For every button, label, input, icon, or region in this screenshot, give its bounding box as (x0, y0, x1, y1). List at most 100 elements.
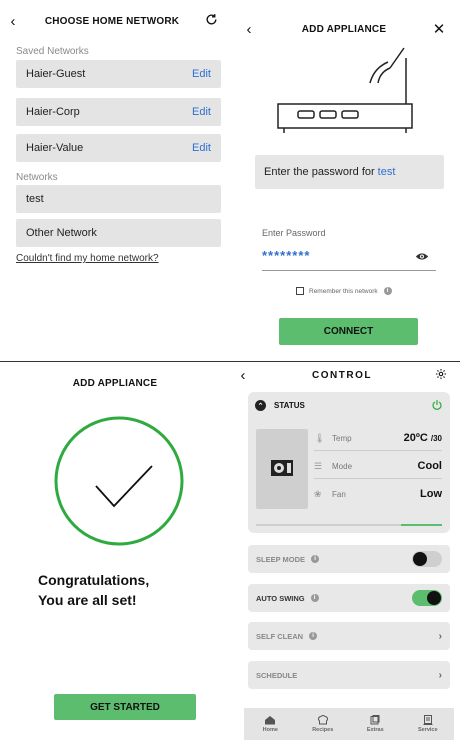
row-label: SCHEDULE (256, 670, 298, 680)
back-chevron-icon[interactable]: ‹ (236, 21, 262, 38)
nav-home[interactable]: Home (244, 708, 297, 740)
schedule-row[interactable]: SCHEDULE › (248, 661, 450, 689)
bottom-nav: Home Recipes Extras Service (244, 708, 454, 740)
edit-button[interactable]: Edit (192, 68, 211, 80)
param-value: Cool (417, 460, 442, 472)
row-label: AUTO SWING (256, 593, 305, 603)
saved-network-row[interactable]: Haier-Guest Edit (16, 60, 221, 88)
status-progress-track (256, 524, 442, 526)
fan-icon: ❀ (314, 488, 322, 499)
control-screen: ‹ CONTROL ⌃ STATUS 🌡 Temp 20ºC /30 ☰ Mod… (230, 362, 460, 740)
remember-label: Remember this network (309, 287, 378, 295)
param-label: Mode (332, 461, 353, 471)
chevron-right-icon: › (438, 630, 442, 642)
page-title: CONTROL (312, 369, 372, 381)
show-password-eye-icon[interactable] (415, 252, 429, 261)
network-name: Haier-Corp (26, 106, 80, 118)
password-prompt: Enter the password for test (255, 155, 444, 189)
param-separator (314, 450, 442, 451)
saved-networks-label: Saved Networks (16, 46, 89, 57)
auto-swing-row: AUTO SWING i (248, 584, 450, 612)
success-line-1: Congratulations, (38, 572, 150, 588)
sleep-mode-toggle[interactable] (412, 551, 442, 567)
edit-button[interactable]: Edit (192, 142, 211, 154)
power-icon[interactable] (431, 399, 443, 411)
success-check-icon (54, 416, 184, 546)
appliance-image (256, 429, 308, 509)
network-name: Haier-Value (26, 142, 84, 154)
network-name: Other Network (26, 227, 97, 239)
gear-icon[interactable] (428, 367, 454, 384)
success-line-2: You are all set! (38, 592, 137, 608)
param-row-mode[interactable]: ☰ Mode Cool (314, 456, 442, 476)
toggle-knob (413, 552, 427, 566)
success-header: ADD APPLIANCE (0, 366, 230, 400)
info-icon[interactable]: i (311, 555, 320, 563)
param-value: 20ºC /30 (404, 432, 442, 444)
param-separator (314, 478, 442, 479)
row-label: SLEEP MODE (256, 554, 306, 564)
auto-swing-toggle[interactable] (412, 590, 442, 606)
prompt-text: Enter the password for (264, 166, 375, 178)
get-started-button[interactable]: GET STARTED (54, 694, 196, 720)
router-illustration-icon (277, 47, 413, 133)
edit-button[interactable]: Edit (192, 106, 211, 118)
add-appliance-password-screen: ‹ ADD APPLIANCE ✕ Enter the password for… (230, 0, 460, 362)
network-row[interactable]: Other Network (16, 219, 221, 247)
chef-hat-icon (317, 715, 328, 725)
close-icon[interactable]: ✕ (426, 20, 452, 38)
password-underline (262, 270, 436, 271)
status-header[interactable]: ⌃ STATUS (255, 400, 305, 411)
networks-label: Networks (16, 172, 58, 183)
add-appliance-success-screen: ADD APPLIANCE Congratulations, You are a… (0, 362, 230, 740)
home-icon (265, 716, 276, 725)
mode-icon: ☰ (314, 460, 323, 471)
password-label: Enter Password (262, 228, 326, 238)
air-conditioner-icon (271, 460, 293, 476)
network-name: Haier-Guest (26, 68, 86, 80)
param-label: Temp (332, 433, 352, 443)
chevron-right-icon: › (438, 669, 442, 681)
info-icon[interactable]: i (309, 632, 318, 640)
temp-value: 20ºC (403, 432, 428, 444)
network-name: test (377, 166, 396, 178)
page-title: ADD APPLIANCE (72, 377, 158, 389)
nav-service[interactable]: Service (402, 708, 455, 740)
status-progress-fill (401, 524, 442, 526)
nav-label: Recipes (312, 727, 334, 733)
nav-recipes[interactable]: Recipes (297, 708, 350, 740)
refresh-icon[interactable] (198, 13, 224, 30)
param-row-fan[interactable]: ❀ Fan Low (314, 484, 442, 504)
status-card: ⌃ STATUS 🌡 Temp 20ºC /30 ☰ Mode Cool ❀ F… (248, 392, 450, 533)
nav-label: Extras (366, 727, 384, 733)
nav-extras[interactable]: Extras (349, 708, 402, 740)
network-row[interactable]: test (16, 185, 221, 213)
saved-network-row[interactable]: Haier-Value Edit (16, 134, 221, 162)
self-clean-row[interactable]: SELF CLEAN i › (248, 622, 450, 650)
param-row-temp[interactable]: 🌡 Temp 20ºC /30 (314, 428, 442, 448)
back-chevron-icon[interactable]: ‹ (230, 367, 256, 384)
help-link[interactable]: Couldn't find my home network? (16, 253, 159, 264)
nav-label: Home (262, 727, 278, 733)
control-header: ‹ CONTROL (230, 362, 460, 388)
connect-button[interactable]: CONNECT (279, 318, 418, 345)
choose-network-screen: ‹ CHOOSE HOME NETWORK Saved Networks Hai… (0, 0, 230, 362)
service-icon (423, 715, 433, 725)
choose-network-header: ‹ CHOOSE HOME NETWORK (0, 4, 230, 38)
toggle-knob (427, 591, 441, 605)
collapse-chevron-icon[interactable]: ⌃ (255, 400, 266, 411)
back-chevron-icon[interactable]: ‹ (0, 13, 26, 30)
saved-network-row[interactable]: Haier-Corp Edit (16, 98, 221, 126)
temp-max: /30 (430, 434, 442, 443)
success-message: Congratulations, You are all set! (38, 570, 149, 610)
nav-label: Service (417, 727, 438, 733)
page-title: CHOOSE HOME NETWORK (44, 15, 180, 27)
info-icon[interactable]: i (383, 287, 392, 295)
remember-network[interactable]: Remember this network i (296, 287, 392, 295)
extras-icon (370, 715, 380, 725)
info-icon[interactable]: i (310, 594, 319, 602)
remember-checkbox[interactable] (296, 287, 304, 295)
password-field[interactable]: ******** (262, 248, 310, 263)
status-label: STATUS (274, 401, 305, 410)
page-title: ADD APPLIANCE (301, 23, 387, 35)
